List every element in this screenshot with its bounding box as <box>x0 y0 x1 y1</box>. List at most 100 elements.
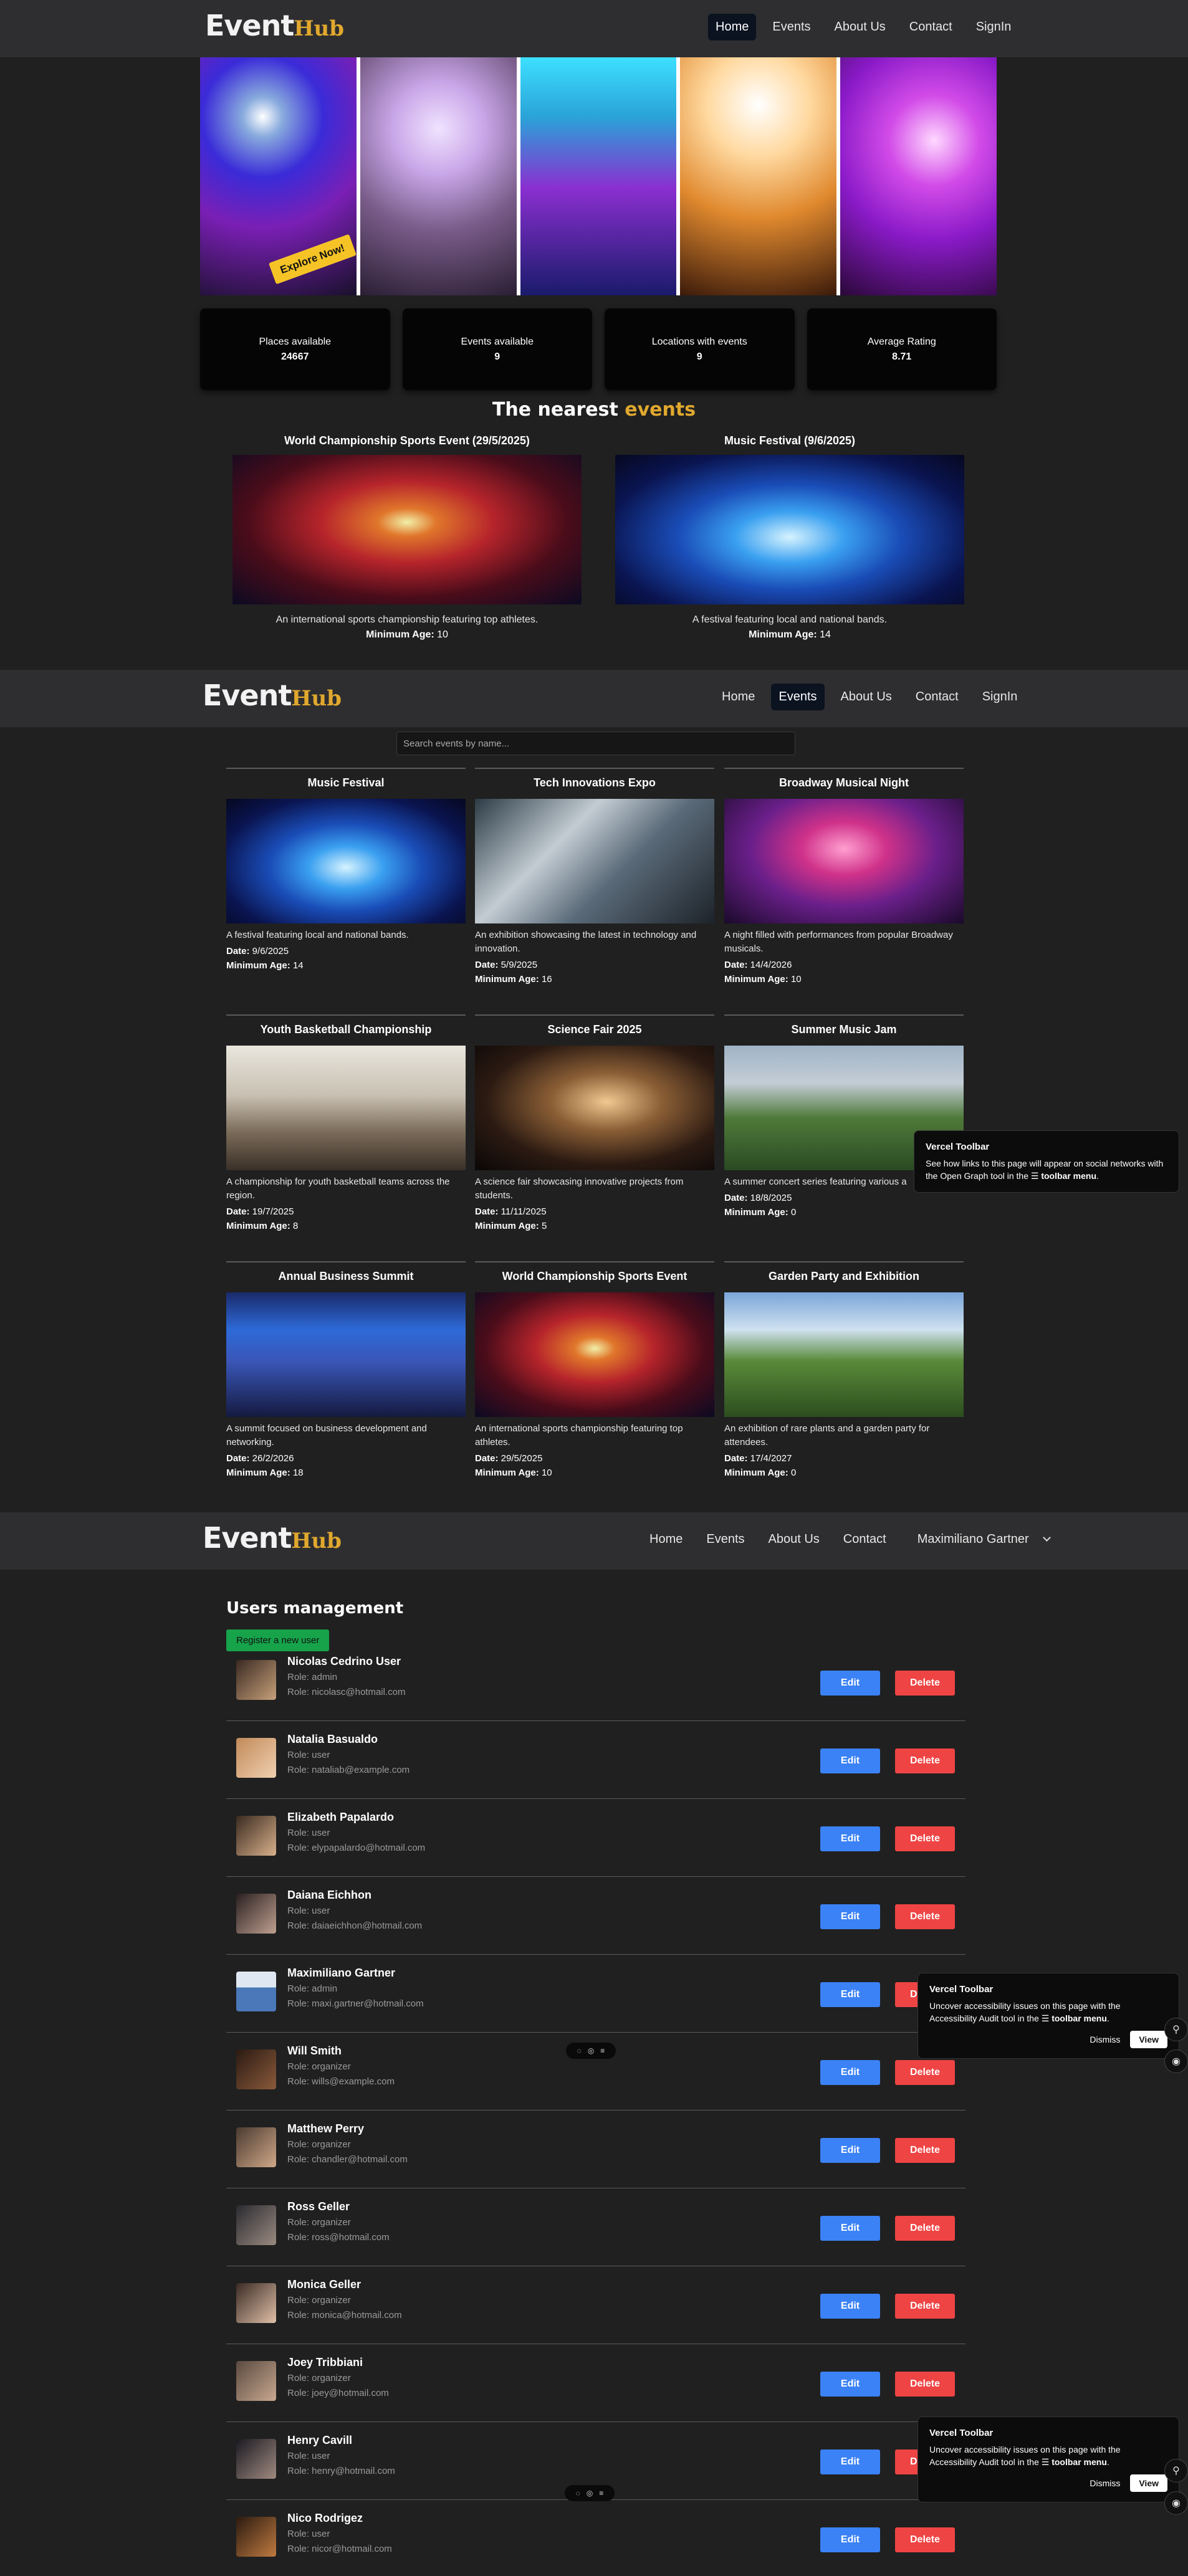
logo[interactable]: EventHub <box>203 1521 342 1555</box>
nav-about[interactable]: About Us <box>761 1526 827 1553</box>
avatar <box>236 2283 276 2323</box>
event-image <box>232 455 582 604</box>
delete-button[interactable]: Delete <box>895 1748 955 1773</box>
nav-about[interactable]: About Us <box>833 684 899 710</box>
link-icon[interactable]: ⚲ <box>1164 2459 1188 2483</box>
event-min-age: Minimum Age: 5 <box>475 1221 547 1231</box>
nav-contact[interactable]: Contact <box>908 684 966 710</box>
delete-button[interactable]: Delete <box>895 2527 955 2552</box>
logo[interactable]: EventHub <box>203 679 342 712</box>
nav-contact[interactable]: Contact <box>902 14 960 41</box>
event-image <box>475 1046 714 1170</box>
event-date: Date: 18/8/2025 <box>724 1193 792 1203</box>
edit-button[interactable]: Edit <box>820 2060 880 2085</box>
delete-button[interactable]: Delete <box>895 1904 955 1929</box>
event-card[interactable]: Science Fair 2025 A science fair showcasi… <box>475 1014 714 1231</box>
event-description: A championship for youth basketball team… <box>226 1176 450 1201</box>
user-role: Role: organizer <box>287 2373 351 2383</box>
edit-button[interactable]: Edit <box>820 1671 880 1696</box>
dismiss-button[interactable]: Dismiss <box>1090 2477 1120 2489</box>
menu-icon: ≡ <box>599 2489 604 2497</box>
event-date: Date: 19/7/2025 <box>226 1206 294 1217</box>
stat-card: Average Rating 8.71 <box>807 308 997 390</box>
edit-button[interactable]: Edit <box>820 1904 880 1929</box>
accessibility-icon[interactable]: ◉ <box>1164 2049 1188 2073</box>
vercel-toolbar-pill[interactable]: ◌ ◎ ≡ <box>565 2485 615 2501</box>
event-date: Date: 14/4/2026 <box>724 960 792 970</box>
nav-contact[interactable]: Contact <box>836 1526 894 1553</box>
user-role: Role: organizer <box>287 2061 351 2072</box>
event-min-age: Minimum Age: 8 <box>226 1221 299 1231</box>
user-name: Nico Rodrigez <box>287 2512 363 2524</box>
user-row: Natalia Basualdo Role: user Role: nataliab… <box>226 1721 965 1799</box>
delete-button[interactable]: Delete <box>895 2138 955 2163</box>
stat-card: Places available 24667 <box>200 308 390 390</box>
user-email: Role: wills@example.com <box>287 2076 395 2087</box>
edit-button[interactable]: Edit <box>820 2216 880 2241</box>
event-card[interactable]: Youth Basketball Championship A champions… <box>226 1014 466 1231</box>
delete-button[interactable]: Delete <box>895 2060 955 2085</box>
edit-button[interactable]: Edit <box>820 1748 880 1773</box>
dismiss-button[interactable]: Dismiss <box>1090 2033 1120 2046</box>
delete-button[interactable]: Delete <box>895 2294 955 2319</box>
vercel-toolbar-toast: Vercel Toolbar Uncover accessibility iss… <box>917 1973 1179 2059</box>
nav-home[interactable]: Home <box>708 14 757 41</box>
view-button[interactable]: View <box>1130 2474 1167 2492</box>
event-card[interactable]: Annual Business Summit A summit focused o… <box>226 1261 466 1478</box>
nav-home[interactable]: Home <box>714 684 762 710</box>
view-button[interactable]: View <box>1130 2031 1167 2048</box>
event-card[interactable]: Music Festival A festival featuring local… <box>226 768 466 971</box>
nearest-event-card[interactable]: World Championship Sports Event (29/5/20… <box>232 434 582 641</box>
nav-about[interactable]: About Us <box>827 14 893 41</box>
nav-events[interactable]: Events <box>771 684 825 710</box>
nav-events[interactable]: Events <box>765 14 818 41</box>
share-icon: ◎ <box>586 2489 593 2497</box>
event-image <box>475 799 714 923</box>
user-row: Maximiliano Gartner Role: admin Role: maxi… <box>226 1955 965 2033</box>
avatar <box>236 1738 276 1778</box>
event-title: Youth Basketball Championship <box>260 1023 432 1036</box>
navbar-events: EventHub Home Events About Us Contact Si… <box>0 670 1188 727</box>
nav-home[interactable]: Home <box>642 1526 690 1553</box>
edit-button[interactable]: Edit <box>820 1826 880 1851</box>
vercel-toolbar-pill[interactable]: ◌ ◎ ≡ <box>566 2043 616 2059</box>
event-card[interactable]: Broadway Musical Night A night filled wit… <box>724 768 964 985</box>
accessibility-icon[interactable]: ◉ <box>1164 2491 1188 2515</box>
event-date: Date: 26/2/2026 <box>226 1453 294 1464</box>
event-card[interactable]: Garden Party and Exhibition An exhibition… <box>724 1261 964 1478</box>
link-icon[interactable]: ⚲ <box>1164 2018 1188 2041</box>
delete-button[interactable]: Delete <box>895 1671 955 1696</box>
user-role: Role: admin <box>287 1672 338 1682</box>
hero-image-4 <box>680 57 837 295</box>
event-card[interactable]: World Championship Sports Event An intern… <box>475 1261 714 1478</box>
delete-button[interactable]: Delete <box>895 2372 955 2397</box>
share-icon: ◎ <box>587 2046 595 2055</box>
edit-button[interactable]: Edit <box>820 2138 880 2163</box>
vercel-toolbar-toast: Vercel Toolbar See how links to this pag… <box>914 1130 1179 1193</box>
user-menu[interactable]: Maximiliano Gartner <box>903 1526 1057 1553</box>
event-min-age: Minimum Age: 10 <box>724 974 802 985</box>
user-row: Ross Geller Role: organizer Role: ross@hot… <box>226 2188 965 2266</box>
event-title: Broadway Musical Night <box>778 776 909 789</box>
event-image <box>226 799 466 923</box>
delete-button[interactable]: Delete <box>895 1826 955 1851</box>
nav-events[interactable]: Events <box>699 1526 752 1553</box>
nav-links: Home Events About Us Contact SignIn <box>708 14 1018 41</box>
navbar-home: EventHub Home Events About Us Contact Si… <box>0 0 1188 57</box>
logo[interactable]: EventHub <box>205 9 344 42</box>
event-card[interactable]: Tech Innovations Expo An exhibition showc… <box>475 768 714 985</box>
edit-button[interactable]: Edit <box>820 2450 880 2474</box>
edit-button[interactable]: Edit <box>820 2294 880 2319</box>
edit-button[interactable]: Edit <box>820 2372 880 2397</box>
nav-signin[interactable]: SignIn <box>975 684 1025 710</box>
delete-button[interactable]: Delete <box>895 2216 955 2241</box>
edit-button[interactable]: Edit <box>820 2527 880 2552</box>
nav-signin[interactable]: SignIn <box>969 14 1019 41</box>
nearest-event-card[interactable]: Music Festival (9/6/2025) A festival fea… <box>615 434 964 641</box>
edit-button[interactable]: Edit <box>820 1982 880 2007</box>
event-description: An exhibition of rare plants and a garde… <box>724 1423 930 1448</box>
event-description: A night filled with performances from po… <box>724 930 953 954</box>
user-email: Role: nicor@hotmail.com <box>287 2544 392 2554</box>
nav-links: Home Events About Us Contact Maximiliano… <box>642 1526 1057 1553</box>
search-input[interactable]: Search events by name... <box>396 732 795 755</box>
